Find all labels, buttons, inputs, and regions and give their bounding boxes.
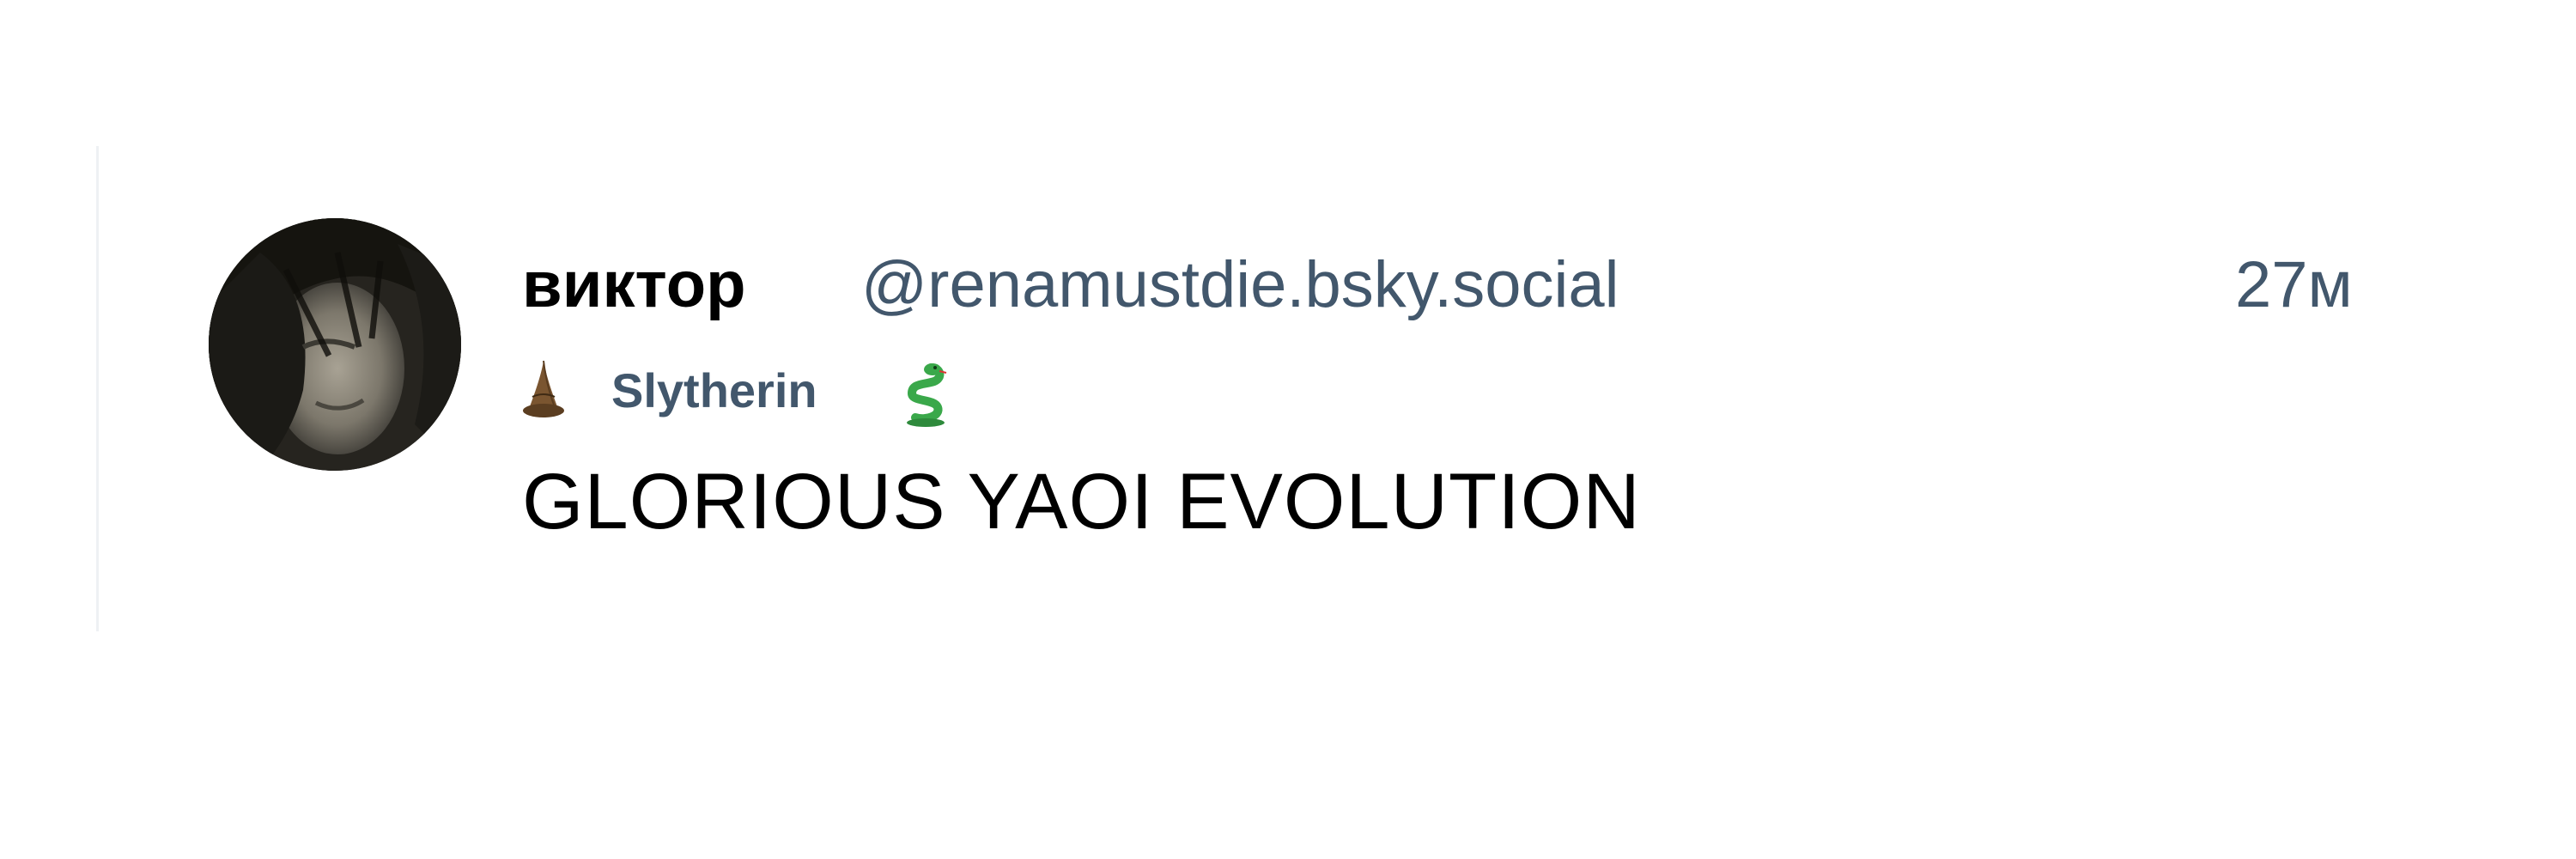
snake-icon — [907, 363, 947, 427]
post-header: виктор @renamustdie.bsky.social 27м — [522, 232, 2411, 326]
feed-post[interactable]: виктор @renamustdie.bsky.social 27м Slyt… — [96, 146, 2486, 631]
profile-label-text: Slytherin — [611, 363, 817, 417]
post-timestamp[interactable]: 27м — [2235, 247, 2353, 322]
wizard-hat-icon — [523, 360, 564, 417]
avatar[interactable] — [209, 218, 461, 471]
post-body-text: GLORIOUS YAOI EVOLUTION — [522, 458, 1641, 545]
author-handle[interactable]: @renamustdie.bsky.social — [861, 247, 1619, 322]
avatar-portrait-icon — [209, 218, 461, 471]
author-display-name[interactable]: виктор — [522, 247, 746, 322]
